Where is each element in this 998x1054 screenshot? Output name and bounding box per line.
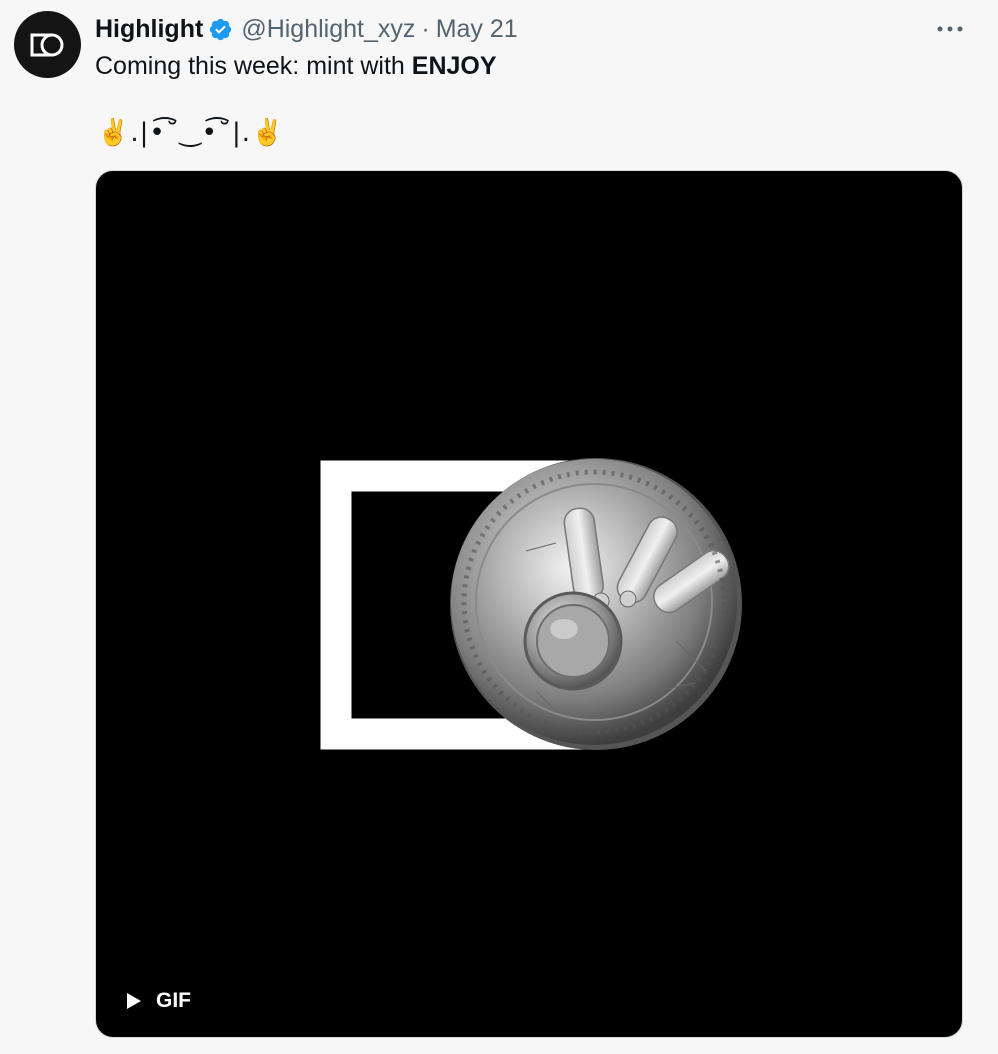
tweet-text-bold: ENJOY: [411, 52, 497, 80]
tweet-text-plain: Coming this week: mint with: [95, 52, 412, 80]
more-options-button[interactable]: [930, 15, 970, 43]
tweet-date[interactable]: May 21: [436, 15, 518, 44]
author-handle[interactable]: @Highlight_xyz: [241, 15, 415, 44]
tweet-text: Coming this week: mint with ENJOY: [95, 50, 497, 82]
author-name[interactable]: Highlight: [95, 15, 203, 44]
highlight-logo-icon: [30, 33, 63, 56]
gif-badge[interactable]: GIF: [126, 983, 191, 1019]
avatar[interactable]: [14, 11, 81, 78]
play-icon: [127, 993, 141, 1009]
coin-image: [450, 458, 742, 750]
tweet-emoji-line: ✌️.|•͡˘‿•͡˘|.✌️: [97, 118, 285, 148]
tweet-media-gif[interactable]: GIF: [95, 170, 963, 1038]
gif-label: GIF: [156, 989, 191, 1012]
tweet-header: Highlight @Highlight_xyz · May 21: [95, 12, 518, 46]
verified-badge-icon: [208, 17, 233, 42]
more-options-icon: [937, 26, 963, 32]
gif-frame: [320, 458, 742, 750]
header-separator: ·: [421, 14, 430, 43]
